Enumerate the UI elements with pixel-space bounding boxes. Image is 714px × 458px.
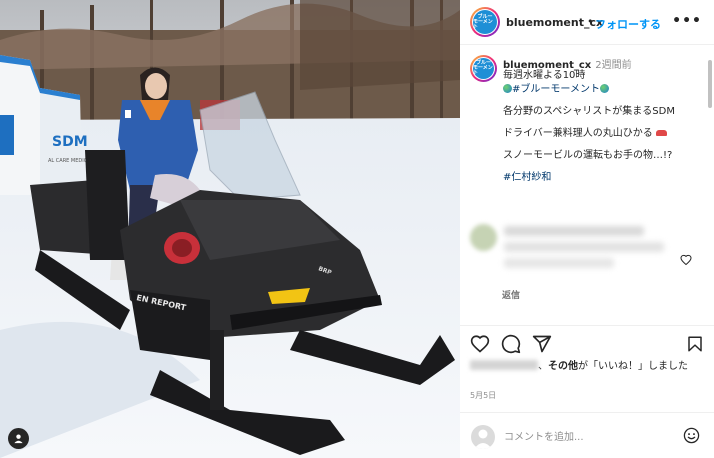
add-comment-bar	[460, 412, 714, 458]
caption-line-sdm: 各分野のスペシャリストが集まるSDM	[503, 106, 675, 117]
hashtag-program[interactable]: #ブルーモーメント	[512, 84, 600, 95]
person-icon	[14, 434, 23, 444]
caption-driver-text: ドライバー兼料理人の丸山ひかる	[503, 128, 653, 139]
default-avatar-icon	[474, 429, 492, 449]
blurred-comment-line	[504, 226, 644, 236]
share-icon[interactable]	[532, 334, 552, 354]
caption-line-snowmobile: スノーモービルの運転もお手の物…!?	[503, 150, 673, 161]
caption-avatar-text-line2: モーメント	[473, 65, 493, 76]
more-options-icon[interactable]: •••	[672, 13, 702, 29]
blurred-liker-name[interactable]	[470, 360, 538, 370]
tagged-people-button[interactable]	[8, 428, 29, 449]
post-photo[interactable]: SDM AL CARE MEDIC EN REPORT BRP	[0, 0, 460, 458]
comment-like-icon[interactable]	[680, 254, 692, 266]
header-separator: •	[587, 15, 594, 28]
comments-section[interactable]: ブルー モーメント bluemoment_cx 2週間前 毎週水曜よる10時 #ブ…	[460, 46, 714, 322]
reply-button[interactable]: 返信	[502, 288, 520, 301]
likes-others-link[interactable]: その他	[548, 361, 578, 372]
post-side-panel: ブルー モーメント bluemoment_cx • フォローする ••• ブルー…	[460, 0, 714, 458]
car-emoji-icon	[656, 130, 667, 136]
post-date[interactable]: 5月5日	[470, 390, 496, 401]
globe-emoji-icon	[599, 84, 609, 93]
likes-summary: 、その他が「いいね！」しました	[470, 360, 710, 374]
heart-icon[interactable]	[470, 334, 490, 354]
scrollbar-thumb[interactable]	[708, 60, 712, 108]
caption-line-driver: ドライバー兼料理人の丸山ひかる	[503, 127, 703, 141]
globe-emoji-icon	[503, 84, 512, 93]
blurred-comment-line	[504, 258, 614, 268]
post-header: ブルー モーメント bluemoment_cx • フォローする •••	[460, 0, 714, 45]
snowmobile-photo: SDM AL CARE MEDIC EN REPORT BRP	[0, 0, 460, 458]
hashtag-actor[interactable]: #仁村紗和	[503, 171, 703, 185]
emoji-icon[interactable]	[683, 427, 700, 444]
caption-line-schedule: 毎週水曜よる10時	[503, 70, 586, 81]
caption-line-program: #ブルーモーメント	[503, 83, 703, 97]
commenter-avatar[interactable]	[470, 224, 497, 251]
post-actions-bar	[460, 325, 714, 363]
tent-logo-text: SDM	[52, 134, 88, 150]
blurred-comment-line	[504, 242, 664, 252]
comment-item: 返信	[470, 224, 700, 304]
brand-logo: ブルー モーメント	[473, 10, 497, 34]
profile-avatar[interactable]: ブルー モーメント	[470, 7, 500, 37]
bookmark-icon[interactable]	[686, 334, 704, 354]
likes-text: が「いいね！」しました	[578, 361, 688, 372]
comment-icon[interactable]	[501, 334, 521, 354]
comment-input[interactable]	[504, 427, 664, 447]
avatar-text-line2: モーメント	[473, 18, 493, 30]
caption-avatar[interactable]: ブルー モーメント	[470, 55, 497, 82]
current-user-avatar	[471, 425, 495, 449]
brand-logo-small: ブルー モーメント	[473, 58, 494, 79]
caption-text: 毎週水曜よる10時 #ブルーモーメント 各分野のスペシャリストが集まるSDM ド…	[503, 69, 703, 185]
comments-scrollbar[interactable]	[707, 60, 713, 320]
tent-subtext: AL CARE MEDIC	[48, 158, 88, 164]
follow-button[interactable]: フォローする	[595, 16, 661, 32]
